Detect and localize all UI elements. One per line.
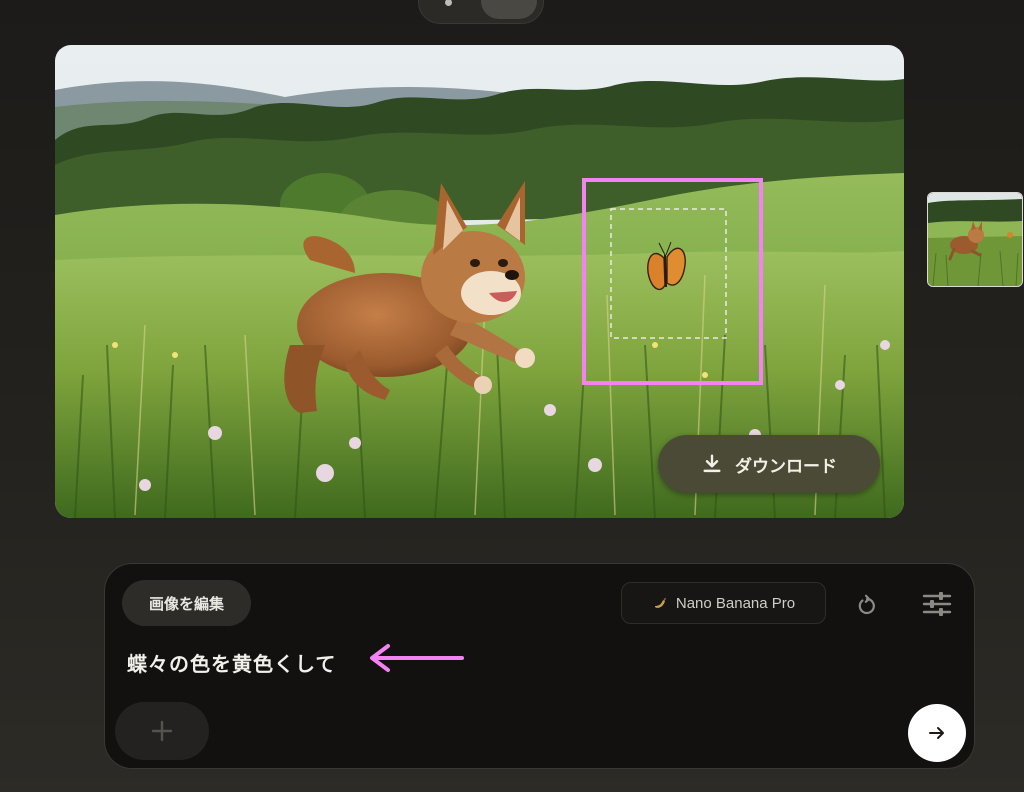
annotation-arrow	[370, 644, 464, 672]
model-name: Nano Banana Pro	[675, 594, 796, 612]
settings-button[interactable]	[919, 586, 955, 622]
prompt-input[interactable]: 蝶々の色を黄色くして	[127, 648, 336, 677]
refresh-icon	[858, 594, 875, 615]
download-icon	[703, 454, 721, 473]
download-button[interactable]: ダウンロード	[658, 435, 880, 493]
prompt-card: 画像を編集 Nano Banana Pro 蝶々の色を黄色くして	[104, 563, 975, 769]
send-button[interactable]	[908, 704, 966, 762]
add-attachment-button[interactable]	[115, 702, 209, 760]
dot-icon[interactable]	[445, 0, 452, 6]
waveform-toggle-active[interactable]	[481, 0, 537, 19]
sliders-icon	[922, 592, 952, 616]
plus-icon	[151, 720, 173, 742]
view-toggle[interactable]	[418, 0, 544, 24]
model-selector[interactable]: Nano Banana Pro	[621, 582, 826, 624]
download-label: ダウンロード	[735, 456, 837, 477]
image-thumbnail[interactable]	[927, 192, 1023, 287]
refresh-button[interactable]	[849, 588, 885, 624]
edit-image-chip[interactable]: 画像を編集	[122, 580, 251, 626]
banana-icon	[654, 597, 666, 608]
arrow-right-icon	[929, 727, 944, 739]
